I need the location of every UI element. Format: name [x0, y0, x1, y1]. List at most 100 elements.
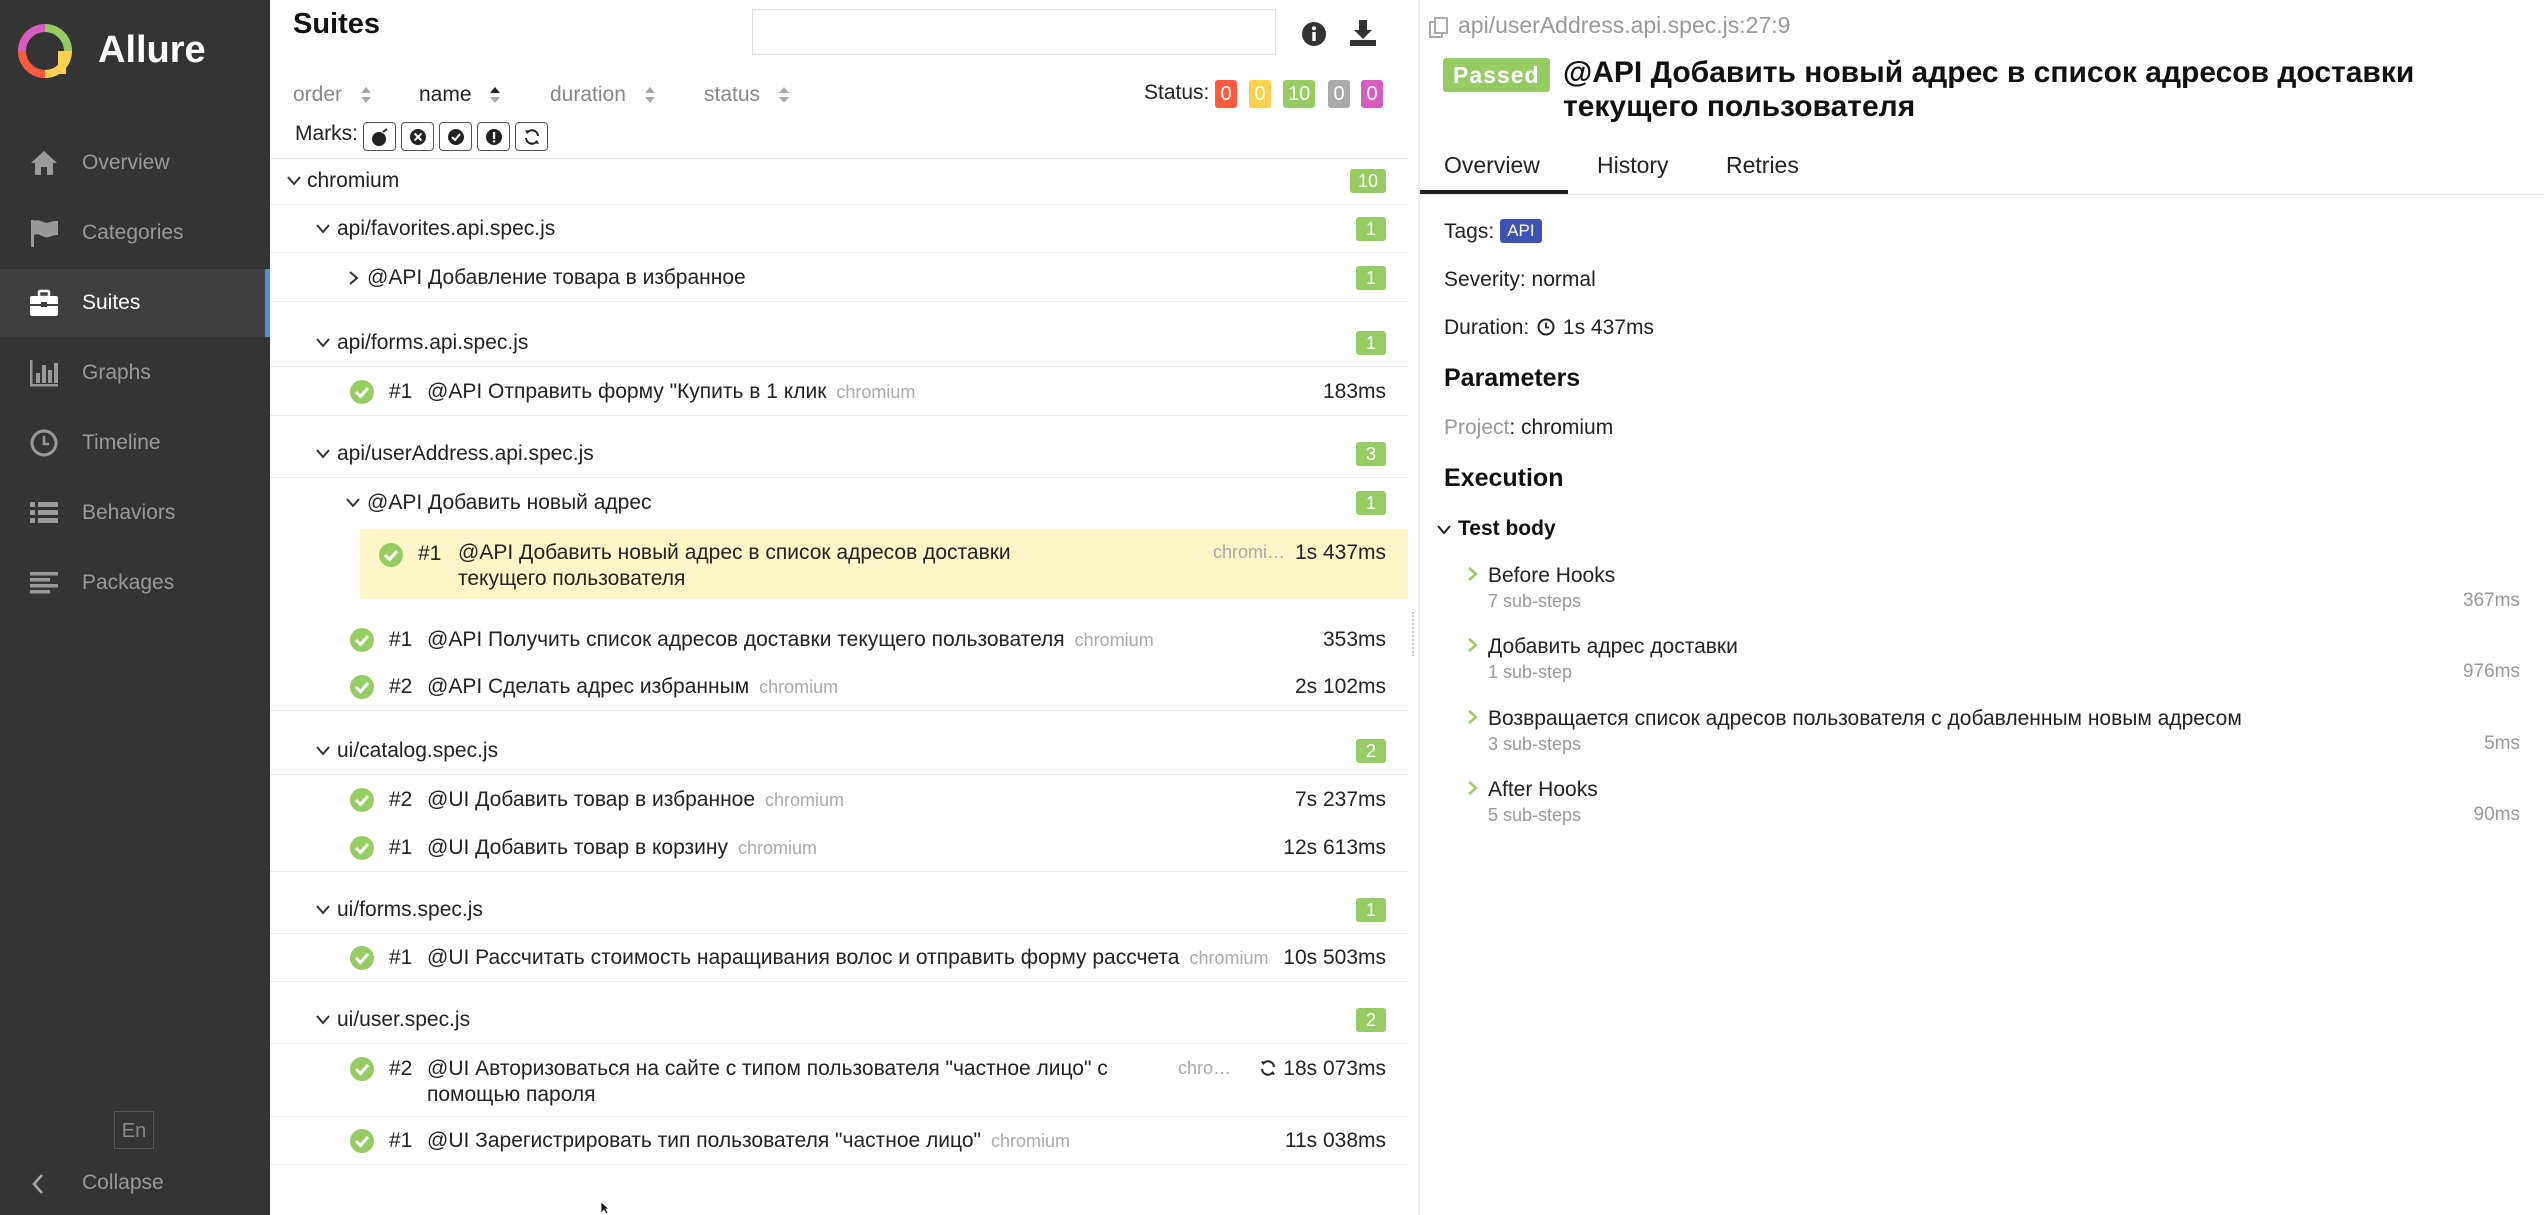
tree-group-user[interactable]: ui/user.spec.js 2: [270, 996, 1408, 1044]
chevron-down-icon[interactable]: [1436, 522, 1452, 538]
test-duration: 11s 038ms: [1284, 1129, 1386, 1152]
step-substeps: 5 sub-steps: [1488, 805, 1582, 825]
new-failed-mark-button[interactable]: [401, 122, 434, 151]
chevron-left-icon[interactable]: [30, 1172, 46, 1196]
sidebar-item-timeline[interactable]: Timeline: [0, 409, 270, 477]
group-name: chromium: [307, 169, 400, 192]
sidebar-item-overview[interactable]: Overview: [0, 129, 270, 197]
download-icon[interactable]: [1348, 18, 1378, 48]
align-left-icon: [28, 567, 60, 599]
step-row[interactable]: Добавить адрес доставки 1 sub-step 976ms: [1420, 632, 2544, 694]
clock-icon: [28, 427, 60, 459]
tab-overview[interactable]: Overview: [1444, 150, 1540, 180]
step-row[interactable]: After Hooks 5 sub-steps 90ms: [1420, 775, 2544, 837]
mouse-cursor-icon: [600, 1201, 610, 1215]
new-failed-icon: [409, 128, 426, 145]
test-row[interactable]: #1 @UI Добавить товар в корзину chromium …: [270, 824, 1408, 872]
test-path: api/userAddress.api.spec.js:27:9: [1458, 12, 1791, 38]
sidebar: Allure Overview Categories Suites Graphs…: [0, 0, 270, 1215]
group-count-badge: 2: [1356, 1008, 1386, 1032]
sidebar-item-graphs[interactable]: Graphs: [0, 339, 270, 407]
sort-duration[interactable]: duration: [550, 80, 656, 110]
test-param: chromium: [1074, 630, 1154, 650]
collapse-button[interactable]: Collapse: [82, 1171, 164, 1195]
step-row[interactable]: Возвращается список адресов пользователя…: [1420, 704, 2544, 766]
sort-arrows-icon: [778, 87, 789, 104]
test-param: chromi…: [1213, 542, 1286, 562]
test-param: chromium: [759, 677, 839, 697]
test-row-selected[interactable]: #1 @API Добавить новый адрес в список ад…: [360, 529, 1408, 599]
test-number: #1: [389, 946, 413, 969]
group-name: api/userAddress.api.spec.js: [337, 442, 594, 465]
chevron-down-icon: [316, 746, 330, 756]
tree-subgroup[interactable]: @API Добавление товара в избранное 1: [270, 254, 1408, 302]
tab-history[interactable]: History: [1597, 150, 1669, 180]
tab-retries[interactable]: Retries: [1726, 150, 1799, 180]
allure-logo[interactable]: [18, 24, 72, 78]
status-broken-badge[interactable]: 0: [1249, 80, 1271, 108]
chevron-down-icon: [316, 338, 330, 348]
test-row[interactable]: #2 @UI Авторизоваться на сайте с типом п…: [270, 1045, 1408, 1117]
test-body-toggle[interactable]: Test body: [1458, 517, 1556, 541]
test-row[interactable]: #1 @API Получить список адресов доставки…: [270, 616, 1408, 664]
tag-badge[interactable]: API: [1500, 219, 1542, 243]
new-broken-mark-button[interactable]: [477, 122, 510, 151]
retries-mark-button[interactable]: [515, 122, 548, 151]
step-row[interactable]: Before Hooks 7 sub-steps 367ms: [1420, 560, 2544, 622]
sort-arrows-icon: [644, 87, 655, 104]
status-skipped-badge[interactable]: 0: [1328, 80, 1350, 108]
passed-icon: [350, 675, 374, 699]
sidebar-item-packages[interactable]: Packages: [0, 549, 270, 617]
sidebar-item-behaviors[interactable]: Behaviors: [0, 479, 270, 547]
test-name: @API Сделать адрес избранным chromium: [427, 675, 839, 698]
group-name: @API Добавление товара в избранное: [367, 266, 746, 289]
tree-group-chromium[interactable]: chromium 10: [270, 157, 1408, 205]
sidebar-item-categories[interactable]: Categories: [0, 199, 270, 267]
test-number: #2: [389, 788, 413, 811]
test-title: @API Добавить новый адрес в список адрес…: [1563, 56, 2415, 123]
sidebar-item-suites[interactable]: Suites: [0, 269, 270, 337]
tree-group-forms-api[interactable]: api/forms.api.spec.js 1: [270, 319, 1408, 367]
step-duration: 5ms: [2484, 733, 2520, 754]
test-name: @UI Добавить товар в корзину chromium: [427, 836, 817, 859]
chevron-down-icon: [316, 224, 330, 234]
flaky-mark-button[interactable]: [363, 122, 396, 151]
test-row[interactable]: #2 @API Сделать адрес избранным chromium …: [270, 663, 1408, 711]
info-icon[interactable]: [1300, 20, 1328, 48]
tree-group-useraddress[interactable]: api/userAddress.api.spec.js 3: [270, 430, 1408, 478]
status-unknown-badge[interactable]: 0: [1361, 80, 1383, 108]
chevron-down-icon: [316, 905, 330, 915]
status-failed-badge[interactable]: 0: [1215, 80, 1237, 108]
test-number: #1: [418, 542, 442, 565]
test-name: @API Получить список адресов доставки те…: [427, 628, 1154, 651]
status-passed-badge[interactable]: 10: [1283, 80, 1316, 108]
tree-group-forms-ui[interactable]: ui/forms.spec.js 1: [270, 886, 1408, 934]
passed-icon: [350, 628, 374, 652]
test-row[interactable]: #1 @API Отправить форму "Купить в 1 клик…: [270, 368, 1408, 416]
sort-status[interactable]: status: [704, 80, 790, 110]
test-row[interactable]: #2 @UI Добавить товар в избранное chromiu…: [270, 776, 1408, 824]
step-duration: 90ms: [2473, 804, 2520, 825]
new-passed-mark-button[interactable]: [439, 122, 472, 151]
test-number: #2: [389, 675, 413, 698]
app-title[interactable]: Allure: [98, 24, 206, 76]
test-row[interactable]: #1 @UI Зарегистрировать тип пользователя…: [270, 1117, 1408, 1165]
copy-icon[interactable]: [1428, 16, 1450, 40]
flag-icon: [28, 217, 60, 249]
test-number: #1: [389, 836, 413, 859]
new-broken-icon: [485, 128, 502, 145]
tree-group-catalog[interactable]: ui/catalog.spec.js 2: [270, 727, 1408, 775]
sort-name[interactable]: name: [419, 80, 501, 110]
list-icon: [28, 497, 60, 529]
tree-group-favorites[interactable]: api/favorites.api.spec.js 1: [270, 205, 1408, 253]
briefcase-icon: [28, 287, 60, 319]
search-input[interactable]: [752, 9, 1276, 55]
group-count-badge: 1: [1356, 491, 1386, 515]
language-button[interactable]: En: [114, 1111, 154, 1149]
group-name: ui/user.spec.js: [337, 1008, 471, 1031]
sort-order[interactable]: order: [293, 80, 372, 110]
test-row[interactable]: #1 @UI Рассчитать стоимость наращивания …: [270, 934, 1408, 982]
tree-subgroup[interactable]: @API Добавить новый адрес 1: [270, 479, 1408, 527]
step-substeps: 7 sub-steps: [1488, 591, 1582, 611]
sort-arrows-icon: [490, 87, 501, 104]
